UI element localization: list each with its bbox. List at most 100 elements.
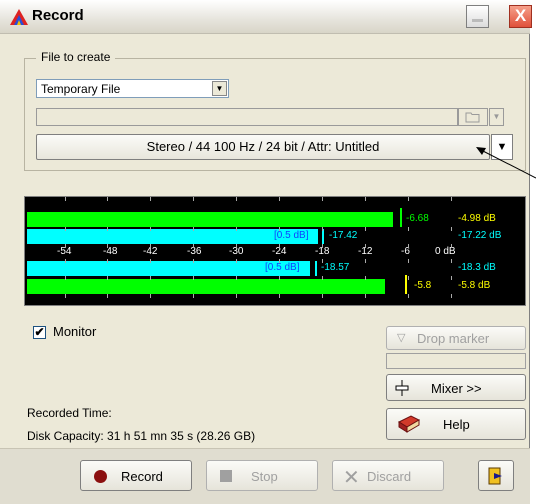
meter-tick	[193, 294, 194, 298]
file-type-value: Temporary File	[41, 82, 121, 96]
meter-tick	[408, 227, 409, 231]
file-type-dropdown[interactable]: Temporary File ▼	[36, 79, 229, 98]
meter-tick	[236, 197, 237, 201]
right-reference-tag: [0.5 dB]	[265, 262, 300, 273]
scale-label: -48	[103, 246, 118, 257]
right-readout: -5.8 dB	[458, 280, 491, 291]
meter-tick	[107, 227, 108, 231]
meter-tick	[193, 276, 194, 280]
exit-door-icon	[488, 467, 502, 485]
chevron-down-icon[interactable]: ▼	[212, 81, 227, 96]
left-readout: -4.98 dB	[458, 213, 496, 224]
meter-tick	[107, 259, 108, 263]
meter-tick	[408, 276, 409, 280]
meter-tick	[322, 227, 323, 231]
marker-name-field[interactable]	[386, 353, 526, 369]
record-button[interactable]: Record	[80, 460, 192, 491]
meter-tick	[107, 294, 108, 298]
meter-tick	[65, 276, 66, 280]
left-peak-marker	[400, 208, 402, 227]
meter-tick	[65, 227, 66, 231]
meter-tick	[150, 197, 151, 201]
meter-tick	[65, 294, 66, 298]
drop-marker-button[interactable]: ▽ Drop marker	[386, 326, 526, 350]
meter-tick	[451, 197, 452, 201]
file-group-legend: File to create	[36, 50, 116, 64]
record-window: Record X File to create Temporary File ▼…	[0, 0, 532, 504]
left-channel-bar	[27, 212, 393, 227]
meter-tick	[365, 244, 366, 248]
mixer-button[interactable]: Mixer >>	[386, 374, 526, 401]
meter-tick	[236, 244, 237, 248]
meter-tick	[279, 197, 280, 201]
left-reference-tag: [0.5 dB]	[274, 230, 309, 241]
meter-tick	[408, 294, 409, 298]
meter-tick	[236, 259, 237, 263]
meter-tick	[279, 244, 280, 248]
meter-tick	[365, 227, 366, 231]
help-button[interactable]: Help	[386, 408, 526, 440]
meter-tick	[150, 259, 151, 263]
meter-tick	[322, 294, 323, 298]
meter-tick	[408, 244, 409, 248]
record-dot-icon	[94, 470, 107, 483]
meter-tick	[322, 259, 323, 263]
format-button[interactable]: Stereo / 44 100 Hz / 24 bit / Attr: Unti…	[36, 134, 490, 160]
close-button[interactable]: X	[509, 5, 532, 28]
browse-folder-button	[458, 108, 488, 126]
discard-button[interactable]: ✕ Discard	[332, 460, 444, 491]
meter-tick	[322, 244, 323, 248]
meter-tick	[365, 197, 366, 201]
stop-square-icon	[220, 470, 232, 482]
browse-dropdown-arrow: ▼	[489, 108, 504, 126]
help-label: Help	[443, 417, 470, 432]
chevron-down-icon: ▼	[496, 141, 508, 153]
meter-tick	[65, 197, 66, 201]
exit-button[interactable]	[478, 460, 514, 491]
discard-x-icon: ✕	[343, 467, 360, 489]
window-title: Record	[32, 7, 84, 24]
title-bar[interactable]: Record X	[0, 0, 532, 34]
minimize-button[interactable]	[466, 5, 489, 28]
meter-tick	[365, 259, 366, 263]
meter-tick	[279, 259, 280, 263]
stop-label: Stop	[251, 469, 278, 484]
right-reference-peak-marker	[315, 261, 317, 276]
left-reference-readout: -17.22 dB	[458, 230, 502, 241]
drop-marker-label: Drop marker	[417, 331, 490, 346]
meter-tick	[451, 227, 452, 231]
meter-tick	[65, 244, 66, 248]
file-path-field	[36, 108, 458, 126]
app-triangle-icon	[10, 9, 28, 25]
meter-tick	[236, 227, 237, 231]
monitor-checkbox[interactable]: ✔	[33, 326, 46, 339]
left-reference-peak-marker	[322, 229, 324, 244]
record-label: Record	[121, 469, 163, 484]
meter-tick	[150, 227, 151, 231]
meter-tick	[408, 197, 409, 201]
meter-tick	[451, 259, 452, 263]
stop-button[interactable]: Stop	[206, 460, 318, 491]
meter-tick	[150, 276, 151, 280]
meter-tick	[193, 197, 194, 201]
right-peak-marker	[405, 275, 407, 294]
right-peak-value: -5.8	[414, 280, 432, 291]
meter-tick	[107, 244, 108, 248]
meter-tick	[408, 259, 409, 263]
meter-tick	[107, 197, 108, 201]
meter-tick	[150, 244, 151, 248]
level-meter: -6.68 -4.98 dB [0.5 dB] -17.42 -17.22 dB…	[24, 196, 526, 306]
meter-tick	[193, 244, 194, 248]
folder-open-icon	[465, 112, 480, 123]
format-dropdown-button[interactable]: ▼	[491, 134, 513, 160]
meter-tick	[107, 276, 108, 280]
meter-tick	[279, 294, 280, 298]
recorded-time-label: Recorded Time:	[27, 406, 112, 420]
meter-tick	[193, 259, 194, 263]
right-reference-peak: -18.57	[321, 262, 350, 273]
left-peak-value: -6.68	[406, 213, 429, 224]
scale-label: 0 dB	[435, 246, 456, 257]
meter-tick	[236, 276, 237, 280]
left-reference-peak: -17.42	[329, 230, 358, 241]
meter-tick	[322, 197, 323, 201]
